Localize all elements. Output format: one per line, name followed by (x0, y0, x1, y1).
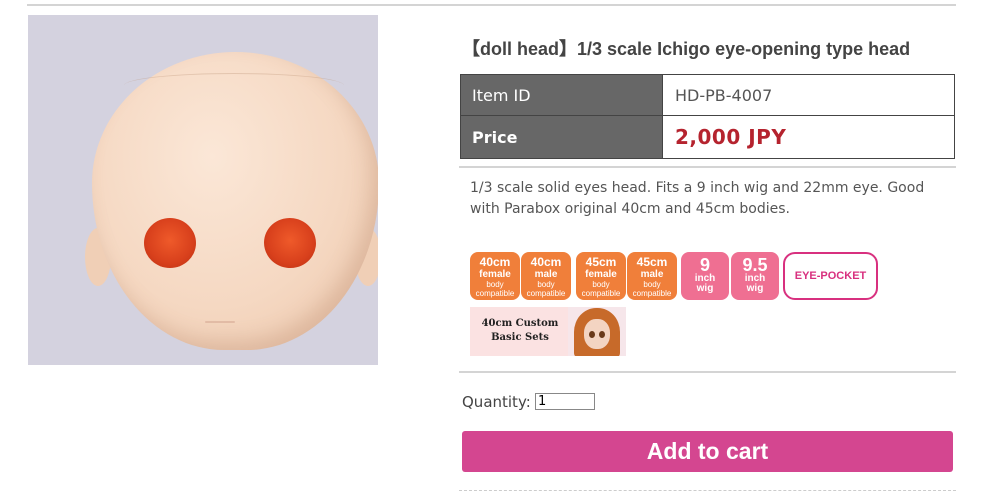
doll-mouth (205, 321, 235, 323)
badge-size: 45cm (636, 255, 668, 269)
basic-sets-banner[interactable]: 40cm Custom Basic Sets (470, 307, 626, 356)
badge-9-inch-wig[interactable]: 9 inch wig (681, 252, 729, 300)
badge-45cm-female-body[interactable]: 45cm female body compatible (576, 252, 626, 300)
dashed-divider (459, 490, 956, 491)
basic-sets-line1: 40cm Custom (481, 318, 559, 329)
badge-gender: male (534, 269, 558, 280)
product-info-table: Item ID HD-PB-4007 Price 2,000 JPY (460, 74, 955, 159)
badge-gender: female (585, 269, 617, 280)
eye-pocket-badge[interactable]: EYE-POCKET (783, 252, 878, 300)
badge-compatible-text: compatible (526, 289, 566, 298)
badge-compatible-text: compatible (475, 289, 515, 298)
badge-compatible-text: compatible (632, 289, 672, 298)
doll-face (584, 319, 610, 349)
badge-body-text: body (537, 280, 555, 289)
price-row: Price 2,000 JPY (460, 115, 955, 159)
top-divider (27, 4, 956, 6)
badge-body-text: body (592, 280, 610, 289)
product-image[interactable] (28, 15, 378, 365)
badge-compatible-text: compatible (581, 289, 621, 298)
wig-size: 9 (699, 255, 710, 275)
badge-45cm-male-body[interactable]: 45cm male body compatible (627, 252, 677, 300)
wig-size: 9.5 (742, 255, 768, 275)
doll-left-eye-socket (144, 218, 196, 268)
item-id-row: Item ID HD-PB-4007 (460, 74, 955, 116)
quantity-label: Quantity: (462, 393, 531, 411)
badge-40cm-male-body[interactable]: 40cm male body compatible (521, 252, 571, 300)
doll-head-seam (124, 73, 344, 98)
item-id-value: HD-PB-4007 (662, 74, 955, 116)
doll-eye (589, 331, 595, 338)
doll-eye (599, 331, 605, 338)
badge-body-text: body (486, 280, 504, 289)
basic-sets-text: 40cm Custom Basic Sets (474, 317, 566, 345)
badge-gender: male (640, 269, 664, 280)
badge-40cm-female-body[interactable]: 40cm female body compatible (470, 252, 520, 300)
badge-size: 45cm (585, 255, 617, 269)
divider (459, 166, 956, 168)
badge-size: 40cm (479, 255, 511, 269)
badge-9-5-inch-wig[interactable]: 9.5 inch wig (731, 252, 779, 300)
basic-sets-line2: Basic Sets (491, 332, 549, 343)
quantity-input[interactable] (535, 393, 595, 410)
item-id-label: Item ID (460, 74, 663, 116)
wig-kind: wig (746, 283, 764, 294)
doll-portrait (568, 307, 626, 356)
badge-body-text: body (643, 280, 661, 289)
product-title: 【doll head】1/3 scale Ichigo eye-opening … (462, 39, 911, 59)
badge-size: 40cm (530, 255, 562, 269)
price-label: Price (460, 115, 663, 159)
price-value: 2,000 JPY (662, 115, 955, 159)
wig-kind: wig (696, 283, 714, 294)
badge-gender: female (479, 269, 511, 280)
add-to-cart-button[interactable]: Add to cart (462, 431, 953, 472)
product-description: 1/3 scale solid eyes head. Fits a 9 inch… (470, 180, 925, 217)
divider (459, 371, 956, 373)
